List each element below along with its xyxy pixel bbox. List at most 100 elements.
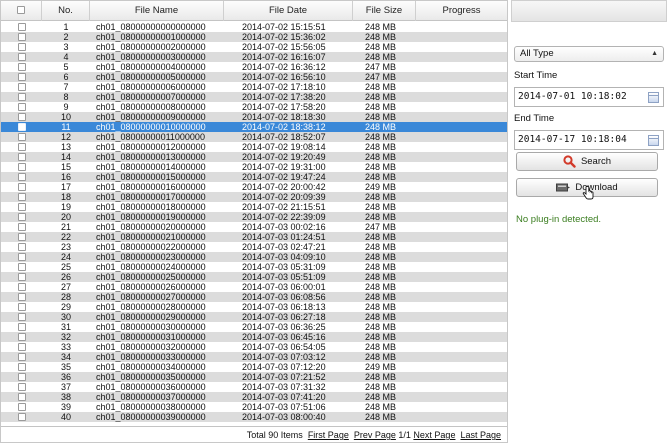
row-select-cell[interactable] (1, 132, 42, 142)
table-row[interactable]: 33 ch01_08000000032000000 2014-07-03 06:54… (1, 342, 507, 352)
row-select-cell[interactable] (1, 342, 42, 352)
table-row[interactable]: 20 ch01_08000000019000000 2014-07-02 22:39… (1, 212, 507, 222)
row-checkbox[interactable] (18, 213, 26, 221)
row-select-cell[interactable] (1, 232, 42, 242)
table-row[interactable]: 6 ch01_08000000005000000 2014-07-02 16:56:… (1, 72, 507, 82)
row-checkbox[interactable] (18, 293, 26, 301)
row-checkbox[interactable] (18, 113, 26, 121)
row-select-cell[interactable] (1, 102, 42, 112)
row-select-cell[interactable] (1, 162, 42, 172)
header-progress[interactable]: Progress (416, 1, 507, 21)
row-checkbox[interactable] (18, 123, 26, 131)
header-file-date[interactable]: File Date (224, 1, 353, 21)
header-file-name[interactable]: File Name (90, 1, 224, 21)
table-row[interactable]: 36 ch01_08000000035000000 2014-07-03 07:21… (1, 372, 507, 382)
row-checkbox[interactable] (18, 263, 26, 271)
row-checkbox[interactable] (18, 23, 26, 31)
table-row[interactable]: 3 ch01_08000000002000000 2014-07-02 15:56:… (1, 42, 507, 52)
row-checkbox[interactable] (18, 373, 26, 381)
row-select-cell[interactable] (1, 152, 42, 162)
row-checkbox[interactable] (18, 403, 26, 411)
row-select-cell[interactable] (1, 202, 42, 212)
row-checkbox[interactable] (18, 163, 26, 171)
row-select-cell[interactable] (1, 62, 42, 72)
row-checkbox[interactable] (18, 343, 26, 351)
row-select-cell[interactable] (1, 282, 42, 292)
row-select-cell[interactable] (1, 22, 42, 32)
row-checkbox[interactable] (18, 383, 26, 391)
row-select-cell[interactable] (1, 92, 42, 102)
row-checkbox[interactable] (18, 103, 26, 111)
row-select-cell[interactable] (1, 252, 42, 262)
row-checkbox[interactable] (18, 353, 26, 361)
row-select-cell[interactable] (1, 262, 42, 272)
row-select-cell[interactable] (1, 312, 42, 322)
table-row[interactable]: 28 ch01_08000000027000000 2014-07-03 06:08… (1, 292, 507, 302)
table-row[interactable]: 17 ch01_08000000016000000 2014-07-02 20:00… (1, 182, 507, 192)
row-checkbox[interactable] (18, 53, 26, 61)
row-checkbox[interactable] (18, 63, 26, 71)
row-checkbox[interactable] (18, 73, 26, 81)
table-row[interactable]: 35 ch01_08000000034000000 2014-07-03 07:12… (1, 362, 507, 372)
first-page-link[interactable]: First Page (308, 430, 349, 440)
row-checkbox[interactable] (18, 243, 26, 251)
header-no[interactable]: No. (42, 1, 90, 21)
table-row[interactable]: 27 ch01_08000000026000000 2014-07-03 06:00… (1, 282, 507, 292)
row-select-cell[interactable] (1, 142, 42, 152)
table-row[interactable]: 13 ch01_08000000012000000 2014-07-02 19:08… (1, 142, 507, 152)
row-select-cell[interactable] (1, 372, 42, 382)
table-row[interactable]: 10 ch01_08000000009000000 2014-07-02 18:18… (1, 112, 507, 122)
row-checkbox[interactable] (18, 313, 26, 321)
select-all-checkbox[interactable] (17, 6, 25, 14)
row-checkbox[interactable] (18, 413, 26, 421)
table-row[interactable]: 4 ch01_08000000003000000 2014-07-02 16:16:… (1, 52, 507, 62)
row-checkbox[interactable] (18, 33, 26, 41)
row-select-cell[interactable] (1, 72, 42, 82)
table-row[interactable]: 31 ch01_08000000030000000 2014-07-03 06:36… (1, 322, 507, 332)
calendar-icon[interactable] (648, 92, 659, 103)
row-checkbox[interactable] (18, 133, 26, 141)
row-select-cell[interactable] (1, 332, 42, 342)
end-time-input[interactable]: 2014-07-17 10:18:04 (514, 130, 664, 150)
table-row[interactable]: 38 ch01_08000000037000000 2014-07-03 07:41… (1, 392, 507, 402)
table-row[interactable]: 24 ch01_08000000023000000 2014-07-03 04:09… (1, 252, 507, 262)
row-checkbox[interactable] (18, 153, 26, 161)
table-row[interactable]: 23 ch01_08000000022000000 2014-07-03 02:47… (1, 242, 507, 252)
row-select-cell[interactable] (1, 122, 42, 132)
header-file-size[interactable]: File Size (353, 1, 416, 21)
row-checkbox[interactable] (18, 183, 26, 191)
row-checkbox[interactable] (18, 333, 26, 341)
row-checkbox[interactable] (18, 223, 26, 231)
row-select-cell[interactable] (1, 412, 42, 422)
table-row[interactable]: 19 ch01_08000000018000000 2014-07-02 21:15… (1, 202, 507, 212)
header-select-all[interactable] (1, 1, 42, 21)
row-select-cell[interactable] (1, 322, 42, 332)
row-select-cell[interactable] (1, 242, 42, 252)
table-row[interactable]: 5 ch01_08000000004000000 2014-07-02 16:36:… (1, 62, 507, 72)
row-checkbox[interactable] (18, 193, 26, 201)
table-row[interactable]: 18 ch01_08000000017000000 2014-07-02 20:09… (1, 192, 507, 202)
row-select-cell[interactable] (1, 42, 42, 52)
row-select-cell[interactable] (1, 172, 42, 182)
table-row[interactable]: 15 ch01_08000000014000000 2014-07-02 19:31… (1, 162, 507, 172)
table-row[interactable]: 39 ch01_08000000038000000 2014-07-03 07:51… (1, 402, 507, 412)
table-row[interactable]: 22 ch01_08000000021000000 2014-07-03 01:24… (1, 232, 507, 242)
row-checkbox[interactable] (18, 273, 26, 281)
row-select-cell[interactable] (1, 352, 42, 362)
row-checkbox[interactable] (18, 83, 26, 91)
row-select-cell[interactable] (1, 392, 42, 402)
start-time-input[interactable]: 2014-07-01 10:18:02 (514, 87, 664, 107)
table-row[interactable]: 7 ch01_08000000006000000 2014-07-02 17:18:… (1, 82, 507, 92)
row-select-cell[interactable] (1, 52, 42, 62)
row-checkbox[interactable] (18, 323, 26, 331)
row-select-cell[interactable] (1, 302, 42, 312)
table-row[interactable]: 29 ch01_08000000028000000 2014-07-03 06:18… (1, 302, 507, 312)
next-page-link[interactable]: Next Page (413, 430, 455, 440)
row-select-cell[interactable] (1, 292, 42, 302)
table-row[interactable]: 30 ch01_08000000029000000 2014-07-03 06:27… (1, 312, 507, 322)
table-row[interactable]: 40 ch01_08000000039000000 2014-07-03 08:00… (1, 412, 507, 422)
row-select-cell[interactable] (1, 362, 42, 372)
row-checkbox[interactable] (18, 253, 26, 261)
file-type-select[interactable]: All Type ▲ (514, 46, 664, 62)
table-row[interactable]: 14 ch01_08000000013000000 2014-07-02 19:20… (1, 152, 507, 162)
